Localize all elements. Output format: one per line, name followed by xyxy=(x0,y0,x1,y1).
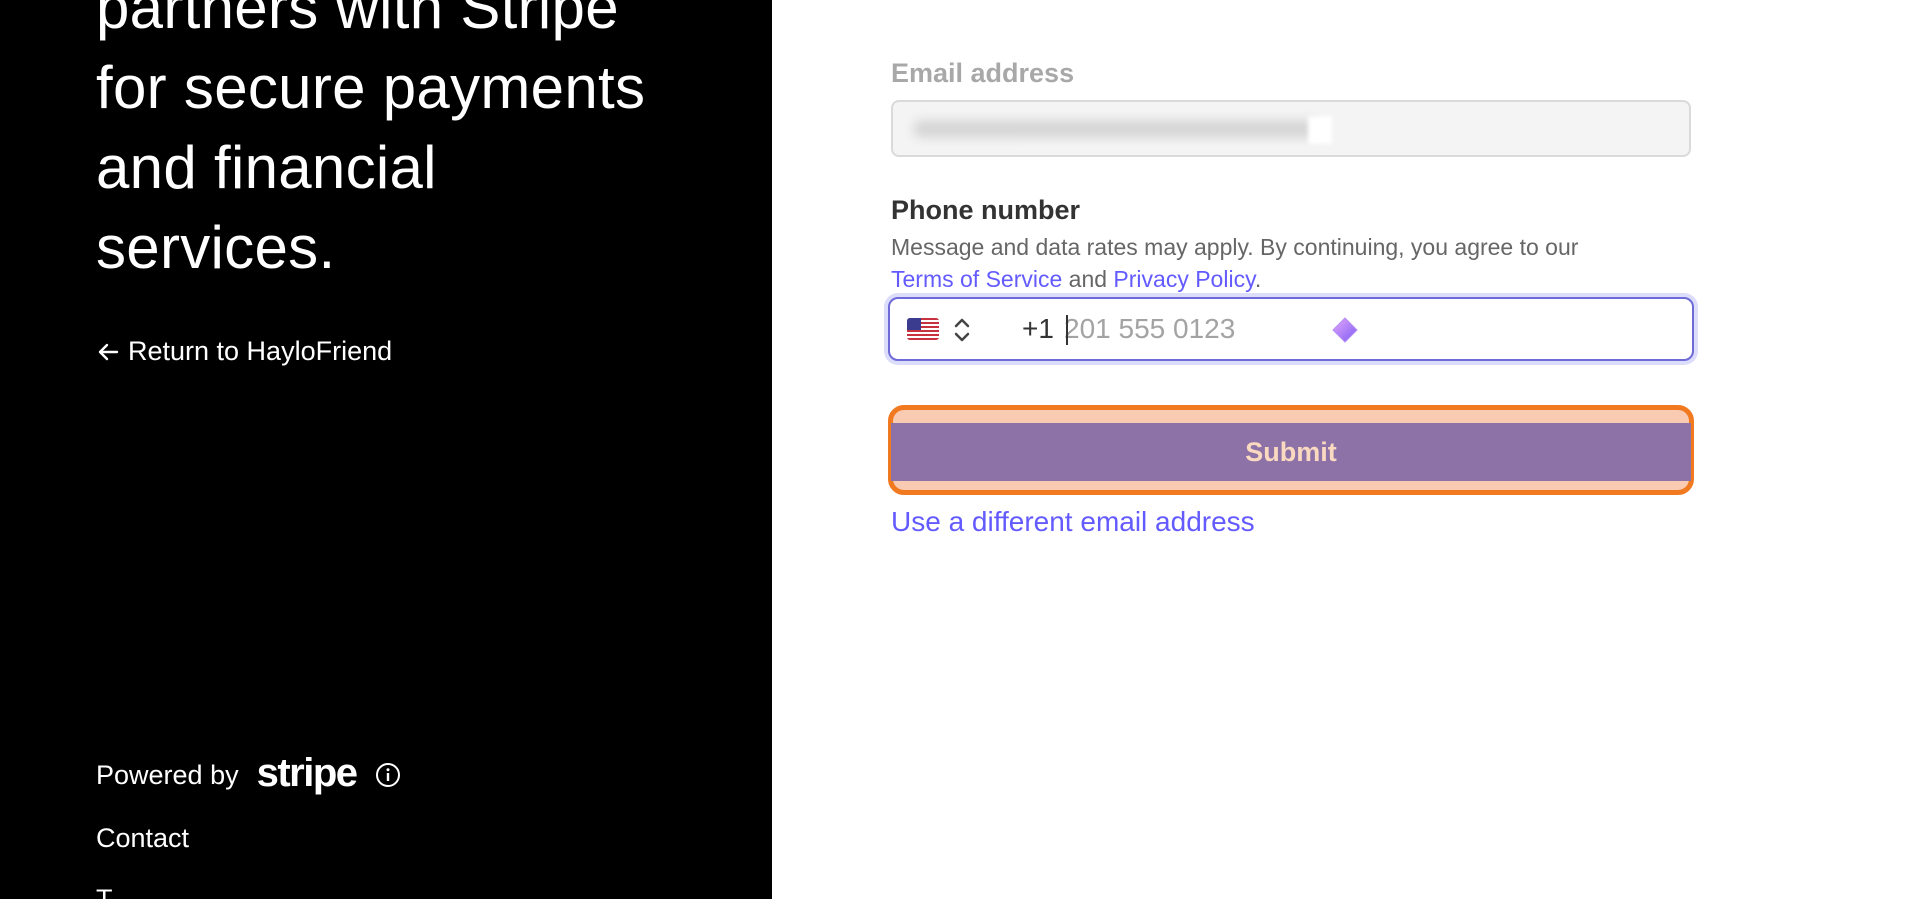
terms-link[interactable]: T xyxy=(96,884,113,899)
headline-line: services. xyxy=(96,214,336,281)
email-label: Email address xyxy=(891,58,1075,88)
chevron-up-down-icon[interactable] xyxy=(952,315,972,345)
privacy-policy-link[interactable]: Privacy Policy xyxy=(1113,266,1254,292)
email-field[interactable] xyxy=(891,100,1691,157)
powered-by-stripe: Powered by stripe xyxy=(96,751,401,795)
terms-of-service-link[interactable]: Terms of Service xyxy=(891,266,1062,292)
us-flag-icon[interactable] xyxy=(907,318,939,340)
stripe-checkout-page: partners with Stripe for secure payments… xyxy=(0,0,1932,899)
phone-label: Phone number xyxy=(891,195,1081,225)
return-link-label: Return to HayloFriend xyxy=(128,336,393,366)
headline-line: and financial xyxy=(96,134,437,201)
left-panel: partners with Stripe for secure payments… xyxy=(0,0,772,899)
help-and-text: and xyxy=(1068,266,1108,292)
phone-field[interactable]: +1 xyxy=(888,297,1694,361)
country-code: +1 xyxy=(1022,313,1054,344)
redacted-email-edge xyxy=(1308,116,1332,144)
stripe-logo: stripe xyxy=(256,751,358,795)
phone-input[interactable] xyxy=(1060,307,1328,351)
arrow-left-icon xyxy=(98,343,119,360)
submit-button[interactable]: Submit xyxy=(891,423,1691,481)
phone-help-text: Message and data rates may apply. By con… xyxy=(891,231,1691,295)
stripe-link-icon[interactable] xyxy=(1331,316,1359,344)
headline-line: for secure payments xyxy=(96,54,646,121)
powered-by-label: Powered by xyxy=(96,759,239,790)
use-different-email-link[interactable]: Use a different email address xyxy=(891,506,1255,538)
redacted-email xyxy=(913,120,1323,138)
headline-line: partners with Stripe xyxy=(96,0,619,41)
contact-link[interactable]: Contact xyxy=(96,823,189,854)
help-text-prefix: Message and data rates may apply. By con… xyxy=(891,234,1579,260)
text-caret xyxy=(1066,315,1068,345)
headline: partners with Stripe for secure payments… xyxy=(96,0,736,288)
return-link[interactable]: Return to HayloFriend xyxy=(96,336,392,367)
info-icon[interactable] xyxy=(375,762,401,788)
help-period: . xyxy=(1254,266,1262,292)
